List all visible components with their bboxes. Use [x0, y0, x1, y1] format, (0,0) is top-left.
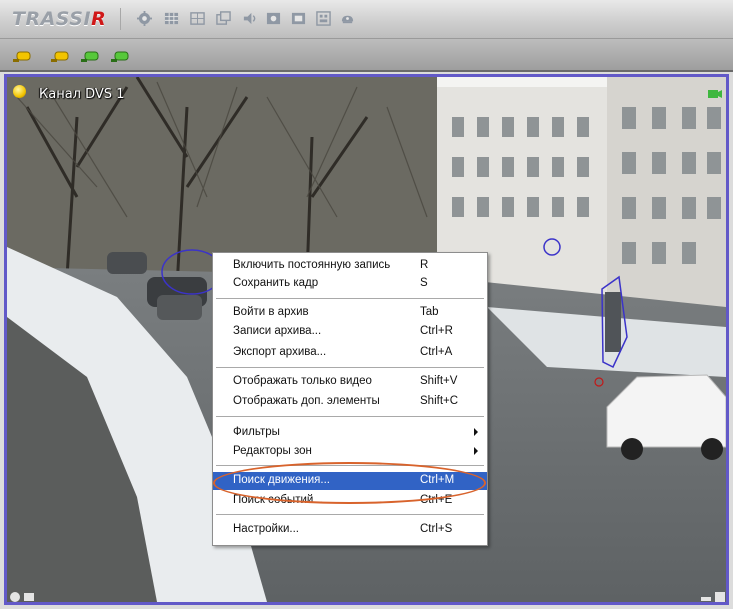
archive-icon[interactable]: [340, 11, 355, 26]
menu-item-extra-elements[interactable]: Отображать доп. элементы Shift+C: [213, 393, 487, 411]
menu-separator: [216, 416, 484, 417]
settings-icon[interactable]: [137, 11, 152, 26]
trassir-logo: TRASSIR: [12, 8, 107, 30]
layout-grid-icon[interactable]: [164, 11, 179, 26]
window-controls-icon[interactable]: [701, 588, 727, 602]
fullscreen-icon[interactable]: [291, 11, 306, 26]
layout-quad-icon[interactable]: [190, 11, 205, 26]
volume-icon[interactable]: [242, 11, 257, 26]
playback-controls-icon[interactable]: [10, 588, 36, 602]
menu-item-motion-search[interactable]: Поиск движения... Ctrl+M: [213, 472, 487, 490]
menu-item-zone-editors[interactable]: Редакторы зон: [213, 443, 487, 461]
menu-item-video-only[interactable]: Отображать только видео Shift+V: [213, 373, 487, 391]
menu-separator: [216, 367, 484, 368]
menu-item-enter-archive[interactable]: Войти в архив Tab: [213, 304, 487, 322]
camera-stream-icon: [708, 85, 722, 98]
record-icon[interactable]: [266, 11, 281, 26]
context-menu: Включить постоянную запись R Сохранить ка…: [212, 252, 488, 546]
menu-item-continuous-record[interactable]: Включить постоянную запись R: [213, 257, 487, 275]
camera-status-icon: [13, 85, 26, 98]
channel-green-icon[interactable]: [110, 48, 130, 62]
menu-item-settings[interactable]: Настройки... Ctrl+S: [213, 521, 487, 539]
submenu-arrow-icon: [474, 428, 478, 436]
channel-yellow-icon[interactable]: [50, 48, 70, 62]
window-icon[interactable]: [216, 11, 231, 26]
menu-separator: [216, 514, 484, 515]
screenshot-icon[interactable]: [316, 11, 331, 26]
channel-green-icon[interactable]: [80, 48, 100, 62]
menu-item-event-search[interactable]: Поиск событий... Ctrl+E: [213, 492, 487, 510]
submenu-arrow-icon: [474, 447, 478, 455]
menu-separator: [216, 465, 484, 466]
menu-item-export-archive[interactable]: Экспорт архива... Ctrl+A: [213, 344, 487, 362]
channel-yellow-icon[interactable]: [12, 48, 32, 62]
title-bar: TRASSIR: [0, 0, 733, 39]
menu-item-archive-records[interactable]: Записи архива... Ctrl+R: [213, 323, 487, 341]
camera-label: Канал DVS 1: [39, 87, 125, 102]
toolbar-separator: [120, 8, 121, 30]
menu-separator: [216, 298, 484, 299]
menu-item-filters[interactable]: Фильтры: [213, 424, 487, 442]
channel-toolbar: [0, 39, 733, 72]
menu-item-save-frame[interactable]: Сохранить кадр S: [213, 275, 487, 293]
